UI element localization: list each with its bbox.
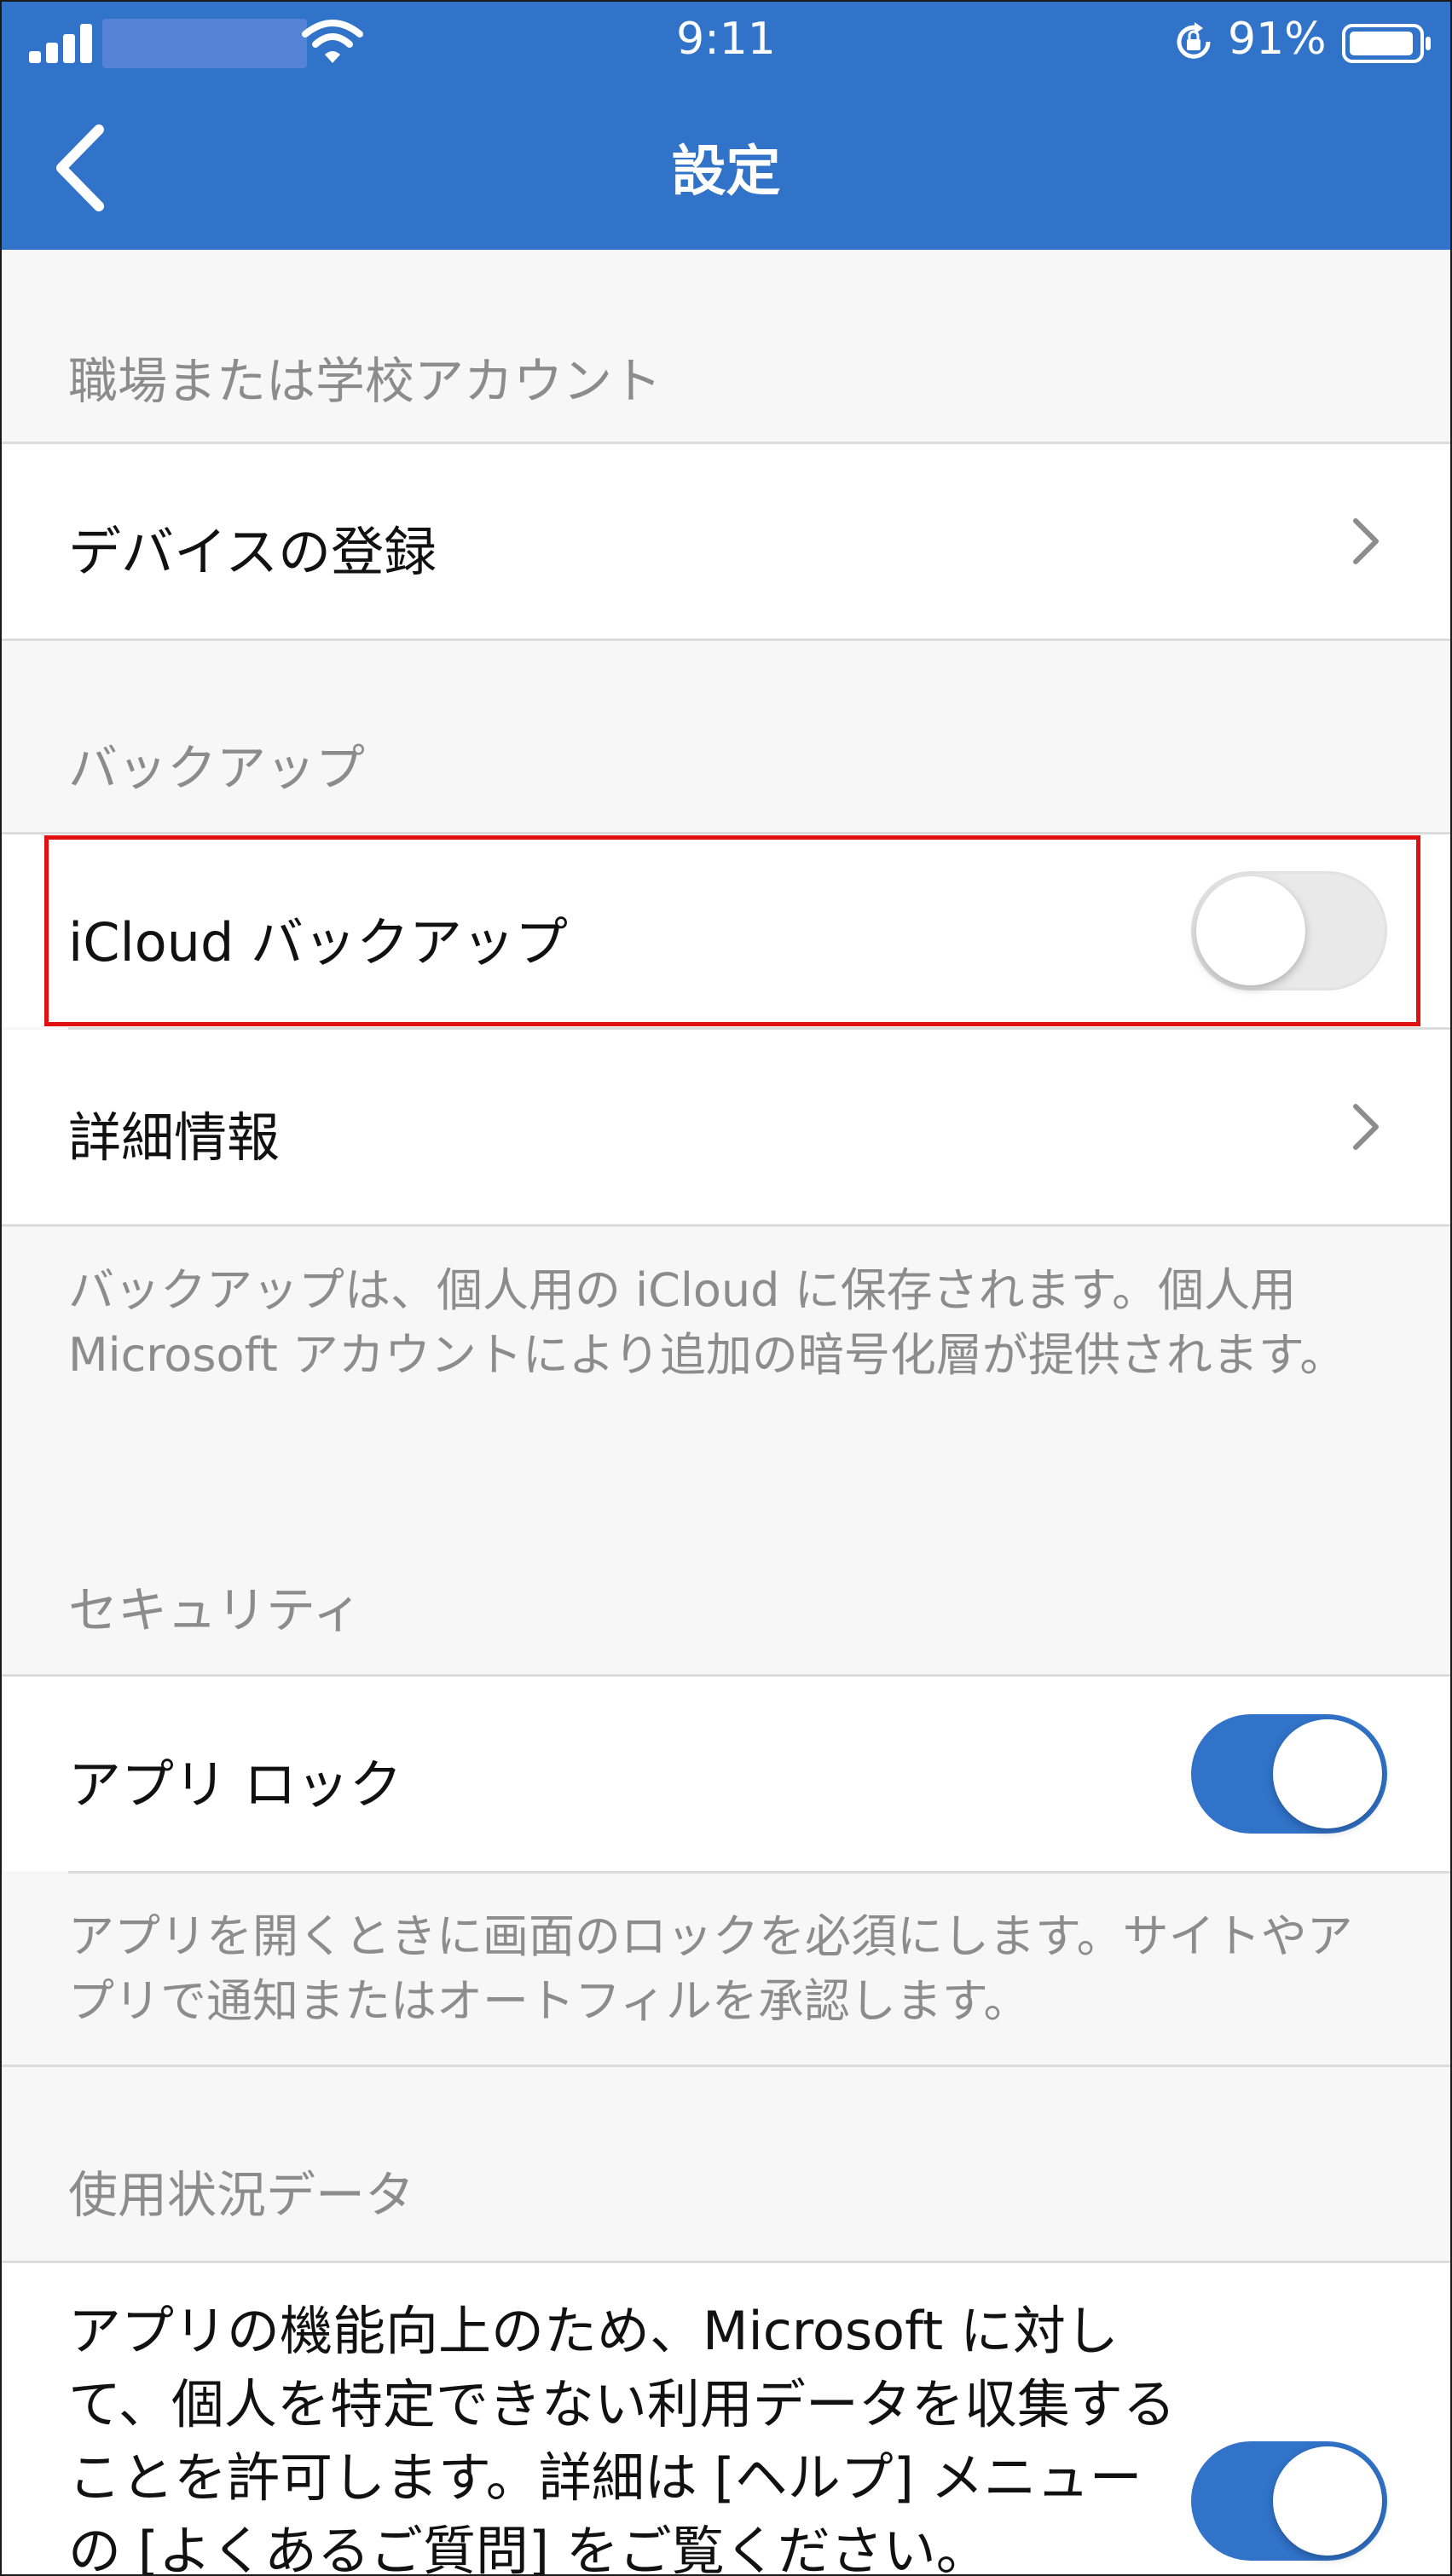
divider — [2, 2065, 1450, 2067]
section-label-backup: バックアップ — [68, 739, 366, 797]
app-lock-row: アプリ ロック — [2, 1677, 1450, 1871]
device-register-row[interactable]: デバイスの登録 — [2, 444, 1450, 638]
divider — [68, 1871, 1450, 1874]
status-bar: 9:11 91% — [2, 2, 1450, 87]
toggle-knob — [1273, 2446, 1382, 2556]
header-bar: 9:11 91% 設定 — [2, 2, 1450, 250]
toggle-knob — [1273, 1719, 1382, 1828]
app-lock-label: アプリ ロック — [68, 1753, 402, 1816]
app-screen: 9:11 91% 設定 職場または学校アカウント デバイスの登録 バックアップ … — [0, 0, 1452, 2576]
app-lock-note: アプリを開くときに画面のロックを必須にします。サイトやアプリで通知またはオートフ… — [68, 1909, 1353, 2028]
rotation-lock-icon — [1177, 22, 1211, 59]
section-label-security: セキュリティ — [68, 1581, 362, 1639]
chevron-right-icon — [1353, 518, 1379, 564]
usage-data-toggle[interactable] — [1191, 2441, 1387, 2561]
chevron-right-icon — [1353, 1104, 1379, 1150]
highlight-box — [44, 835, 1420, 1026]
details-row[interactable]: 詳細情報 — [2, 1030, 1450, 1224]
details-label: 詳細情報 — [68, 1106, 281, 1169]
page-title: 設定 — [671, 141, 781, 204]
section-label-usage: 使用状況データ — [68, 2166, 415, 2224]
battery-icon — [1342, 24, 1431, 63]
divider — [2, 1224, 1450, 1227]
usage-data-description: アプリの機能向上のため、Microsoft に対して、個人を特定できない利用デー… — [68, 2300, 1176, 2576]
section-label-work-account: 職場または学校アカウント — [68, 352, 662, 410]
divider — [2, 638, 1450, 641]
battery-percentage: 91% — [1228, 14, 1327, 65]
backup-note: バックアップは、個人用の iCloud に保存されます。個人用 Microsof… — [68, 1263, 1346, 1382]
device-register-label: デバイスの登録 — [68, 521, 437, 583]
app-lock-toggle[interactable] — [1191, 1714, 1387, 1834]
